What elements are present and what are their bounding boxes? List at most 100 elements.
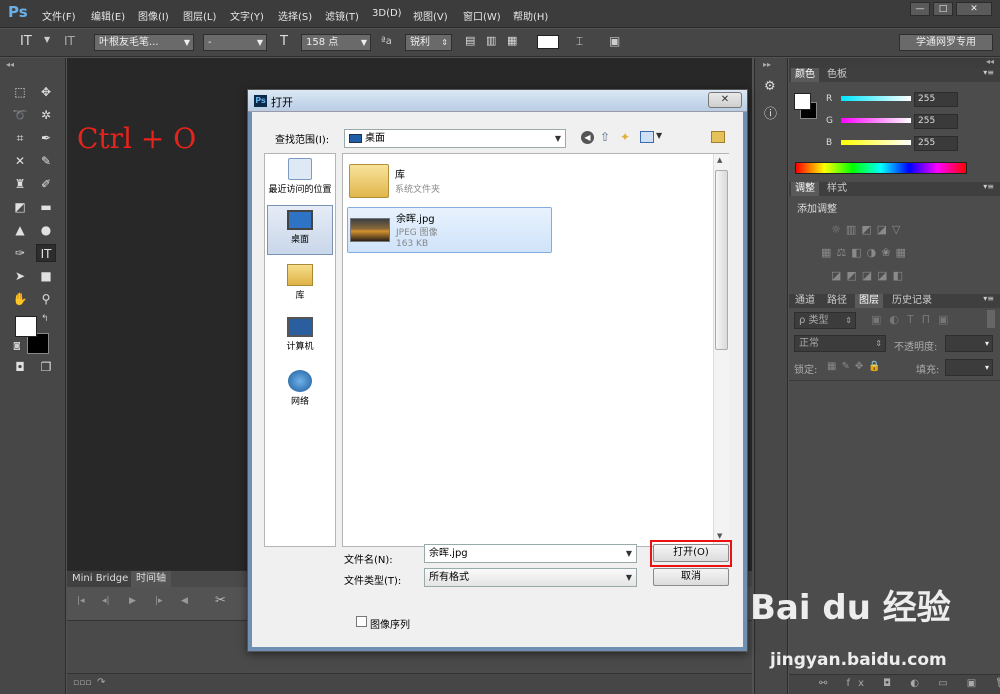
place-computer[interactable]: 计算机 [265, 317, 335, 359]
audio-icon[interactable]: ◀ [181, 596, 188, 606]
scissors-icon[interactable]: ✂ [215, 593, 226, 608]
cancel-button[interactable]: 取消 [653, 568, 729, 586]
font-size-select[interactable]: 158 点 ▼ [301, 34, 371, 51]
tab-mini-bridge[interactable]: Mini Bridge [67, 571, 134, 587]
tab-color[interactable]: 颜色 [791, 68, 819, 82]
clone-stamp-icon[interactable]: ♜ [10, 175, 30, 193]
blur-tool-icon[interactable]: ▲ [10, 221, 30, 239]
color-spectrum-ramp[interactable] [795, 162, 967, 174]
swap-colors-icon[interactable]: ↰ [41, 314, 49, 324]
menu-view[interactable]: 视图(V) [413, 8, 448, 23]
menu-help[interactable]: 帮助(H) [513, 8, 548, 23]
channel-r-value[interactable]: 255 [914, 92, 958, 107]
dialog-close-button[interactable]: ✕ [708, 92, 742, 108]
type-tool-icon[interactable]: IT [36, 244, 56, 262]
magic-wand-icon[interactable]: ✲ [36, 106, 56, 124]
close-button[interactable]: ✕ [956, 2, 992, 16]
scroll-up-icon[interactable]: ▲ [717, 156, 722, 164]
restore-button[interactable]: □ [933, 2, 953, 16]
layer-filter-icons[interactable]: ▣◐TΠ▣ [871, 313, 956, 326]
align-right-icon[interactable]: ▦ [507, 34, 517, 47]
adjustment-row-1[interactable]: ☼▥◩◪▽ [831, 223, 906, 236]
eraser-tool-icon[interactable]: ◩ [10, 198, 30, 216]
collapse-icon[interactable]: ◂◂ [6, 60, 14, 69]
filter-toggle[interactable] [987, 310, 995, 328]
panel-menu-icon[interactable]: ▾≡ [983, 68, 994, 77]
vertical-scrollbar[interactable]: ▲ ▼ [713, 154, 729, 546]
filename-input[interactable]: 余晖.jpg ▼ [424, 544, 637, 563]
channel-g-value[interactable]: 255 [914, 114, 958, 129]
scroll-thumb[interactable] [715, 170, 728, 350]
character-panel-icon[interactable]: ▣ [609, 34, 620, 48]
info-panel-icon[interactable]: ⓘ [764, 103, 777, 122]
zoom-tool-icon[interactable]: ⚲ [36, 290, 56, 308]
render-icon[interactable]: ▫▫▫ [73, 678, 91, 688]
screen-mode-icon[interactable]: ❐ [36, 358, 56, 376]
place-recent[interactable]: 最近访问的位置 [265, 158, 335, 200]
play-icon[interactable]: ▶ [129, 596, 136, 606]
menu-image[interactable]: 图像(I) [138, 8, 169, 23]
open-button[interactable]: 打开(O) [653, 544, 729, 562]
align-center-icon[interactable]: ▥ [486, 34, 496, 47]
preset-arrow-icon[interactable]: ▼ [44, 35, 50, 44]
first-frame-icon[interactable]: |◂ [77, 596, 85, 606]
eyedropper-icon[interactable]: ✒ [36, 129, 56, 147]
foreground-color-swatch[interactable] [15, 316, 37, 337]
tab-layers[interactable]: 图层 [855, 294, 883, 308]
tab-history[interactable]: 历史记录 [888, 294, 936, 308]
workspace-select[interactable]: 学通网罗专用 [899, 34, 993, 51]
type-tool-preset-icon[interactable]: IT [20, 34, 32, 49]
layer-action-icons[interactable]: ⚯ fx ◘ ◐ ▭ ▣ 🗑 [819, 678, 1000, 689]
filetype-select[interactable]: 所有格式 ▼ [424, 568, 637, 587]
quick-mask-icon[interactable]: ◘ [10, 358, 30, 376]
menu-layer[interactable]: 图层(L) [183, 8, 216, 23]
layer-filter-select[interactable]: ρ 类型 ⇕ [794, 312, 856, 329]
scroll-down-icon[interactable]: ▼ [717, 532, 722, 540]
lasso-tool-icon[interactable]: ➰ [10, 106, 30, 124]
fill-input[interactable]: ▾ [945, 359, 993, 376]
convert-icon[interactable]: ↷ [97, 677, 105, 688]
channel-b-slider[interactable] [841, 140, 911, 145]
color-fg-swatch[interactable] [794, 93, 811, 110]
tab-timeline[interactable]: 时间轴 [131, 571, 171, 587]
adjustment-row-3[interactable]: ◪◩◪◪◧ [831, 269, 908, 282]
hand-tool-icon[interactable]: ✋ [10, 290, 30, 308]
back-icon[interactable]: ◀ [581, 131, 594, 144]
menu-file[interactable]: 文件(F) [42, 8, 76, 23]
font-family-select[interactable]: 叶根友毛笔... ▼ [94, 34, 194, 51]
tab-styles[interactable]: 样式 [823, 182, 851, 196]
tab-adjustments[interactable]: 调整 [791, 182, 819, 196]
history-panel-icon[interactable]: ⚙ [764, 79, 776, 94]
panel-menu-icon[interactable]: ▾≡ [983, 294, 994, 303]
menu-type[interactable]: 文字(Y) [230, 8, 264, 23]
menu-3d[interactable]: 3D(D) [372, 8, 402, 19]
menu-window[interactable]: 窗口(W) [463, 8, 501, 23]
tab-channels[interactable]: 通道 [791, 294, 819, 308]
place-libraries[interactable]: 库 [265, 264, 335, 306]
panel-menu-icon[interactable]: ▾≡ [983, 182, 994, 191]
library-folder-icon[interactable] [711, 131, 725, 143]
channel-b-value[interactable]: 255 [914, 136, 958, 151]
collapse-icon[interactable]: ◂◂ [986, 57, 994, 66]
lock-icons[interactable]: ▦✎✥🔒 [827, 361, 886, 372]
healing-brush-icon[interactable]: ✕ [10, 152, 30, 170]
path-select-icon[interactable]: ➤ [10, 267, 30, 285]
next-frame-icon[interactable]: |▸ [155, 596, 163, 606]
brush-tool-icon[interactable]: ✎ [36, 152, 56, 170]
chevron-down-icon[interactable]: ▼ [656, 131, 662, 140]
menu-select[interactable]: 选择(S) [278, 8, 312, 23]
anti-alias-select[interactable]: 锐利 ⇕ [405, 34, 452, 51]
move-tool-icon[interactable]: ✥ [36, 83, 56, 101]
place-network[interactable]: 网络 [265, 370, 335, 412]
expand-icon[interactable]: ▸▸ [763, 60, 771, 69]
adjustment-row-2[interactable]: ▦⚖◧◑❀▦ [821, 246, 911, 259]
blend-mode-select[interactable]: 正常 ⇕ [794, 335, 886, 352]
view-menu-icon[interactable] [640, 131, 654, 143]
file-item-library[interactable]: 库 系统文件夹 [347, 160, 552, 204]
crop-tool-icon[interactable]: ⌗ [10, 129, 30, 147]
image-sequence-checkbox[interactable] [356, 616, 367, 627]
tab-swatches[interactable]: 色板 [823, 68, 851, 82]
marquee-tool-icon[interactable]: ⬚ [10, 83, 30, 101]
default-colors-icon[interactable]: ◙ [13, 341, 21, 350]
file-item-selected[interactable]: 余晖.jpg JPEG 图像 163 KB [347, 207, 552, 253]
